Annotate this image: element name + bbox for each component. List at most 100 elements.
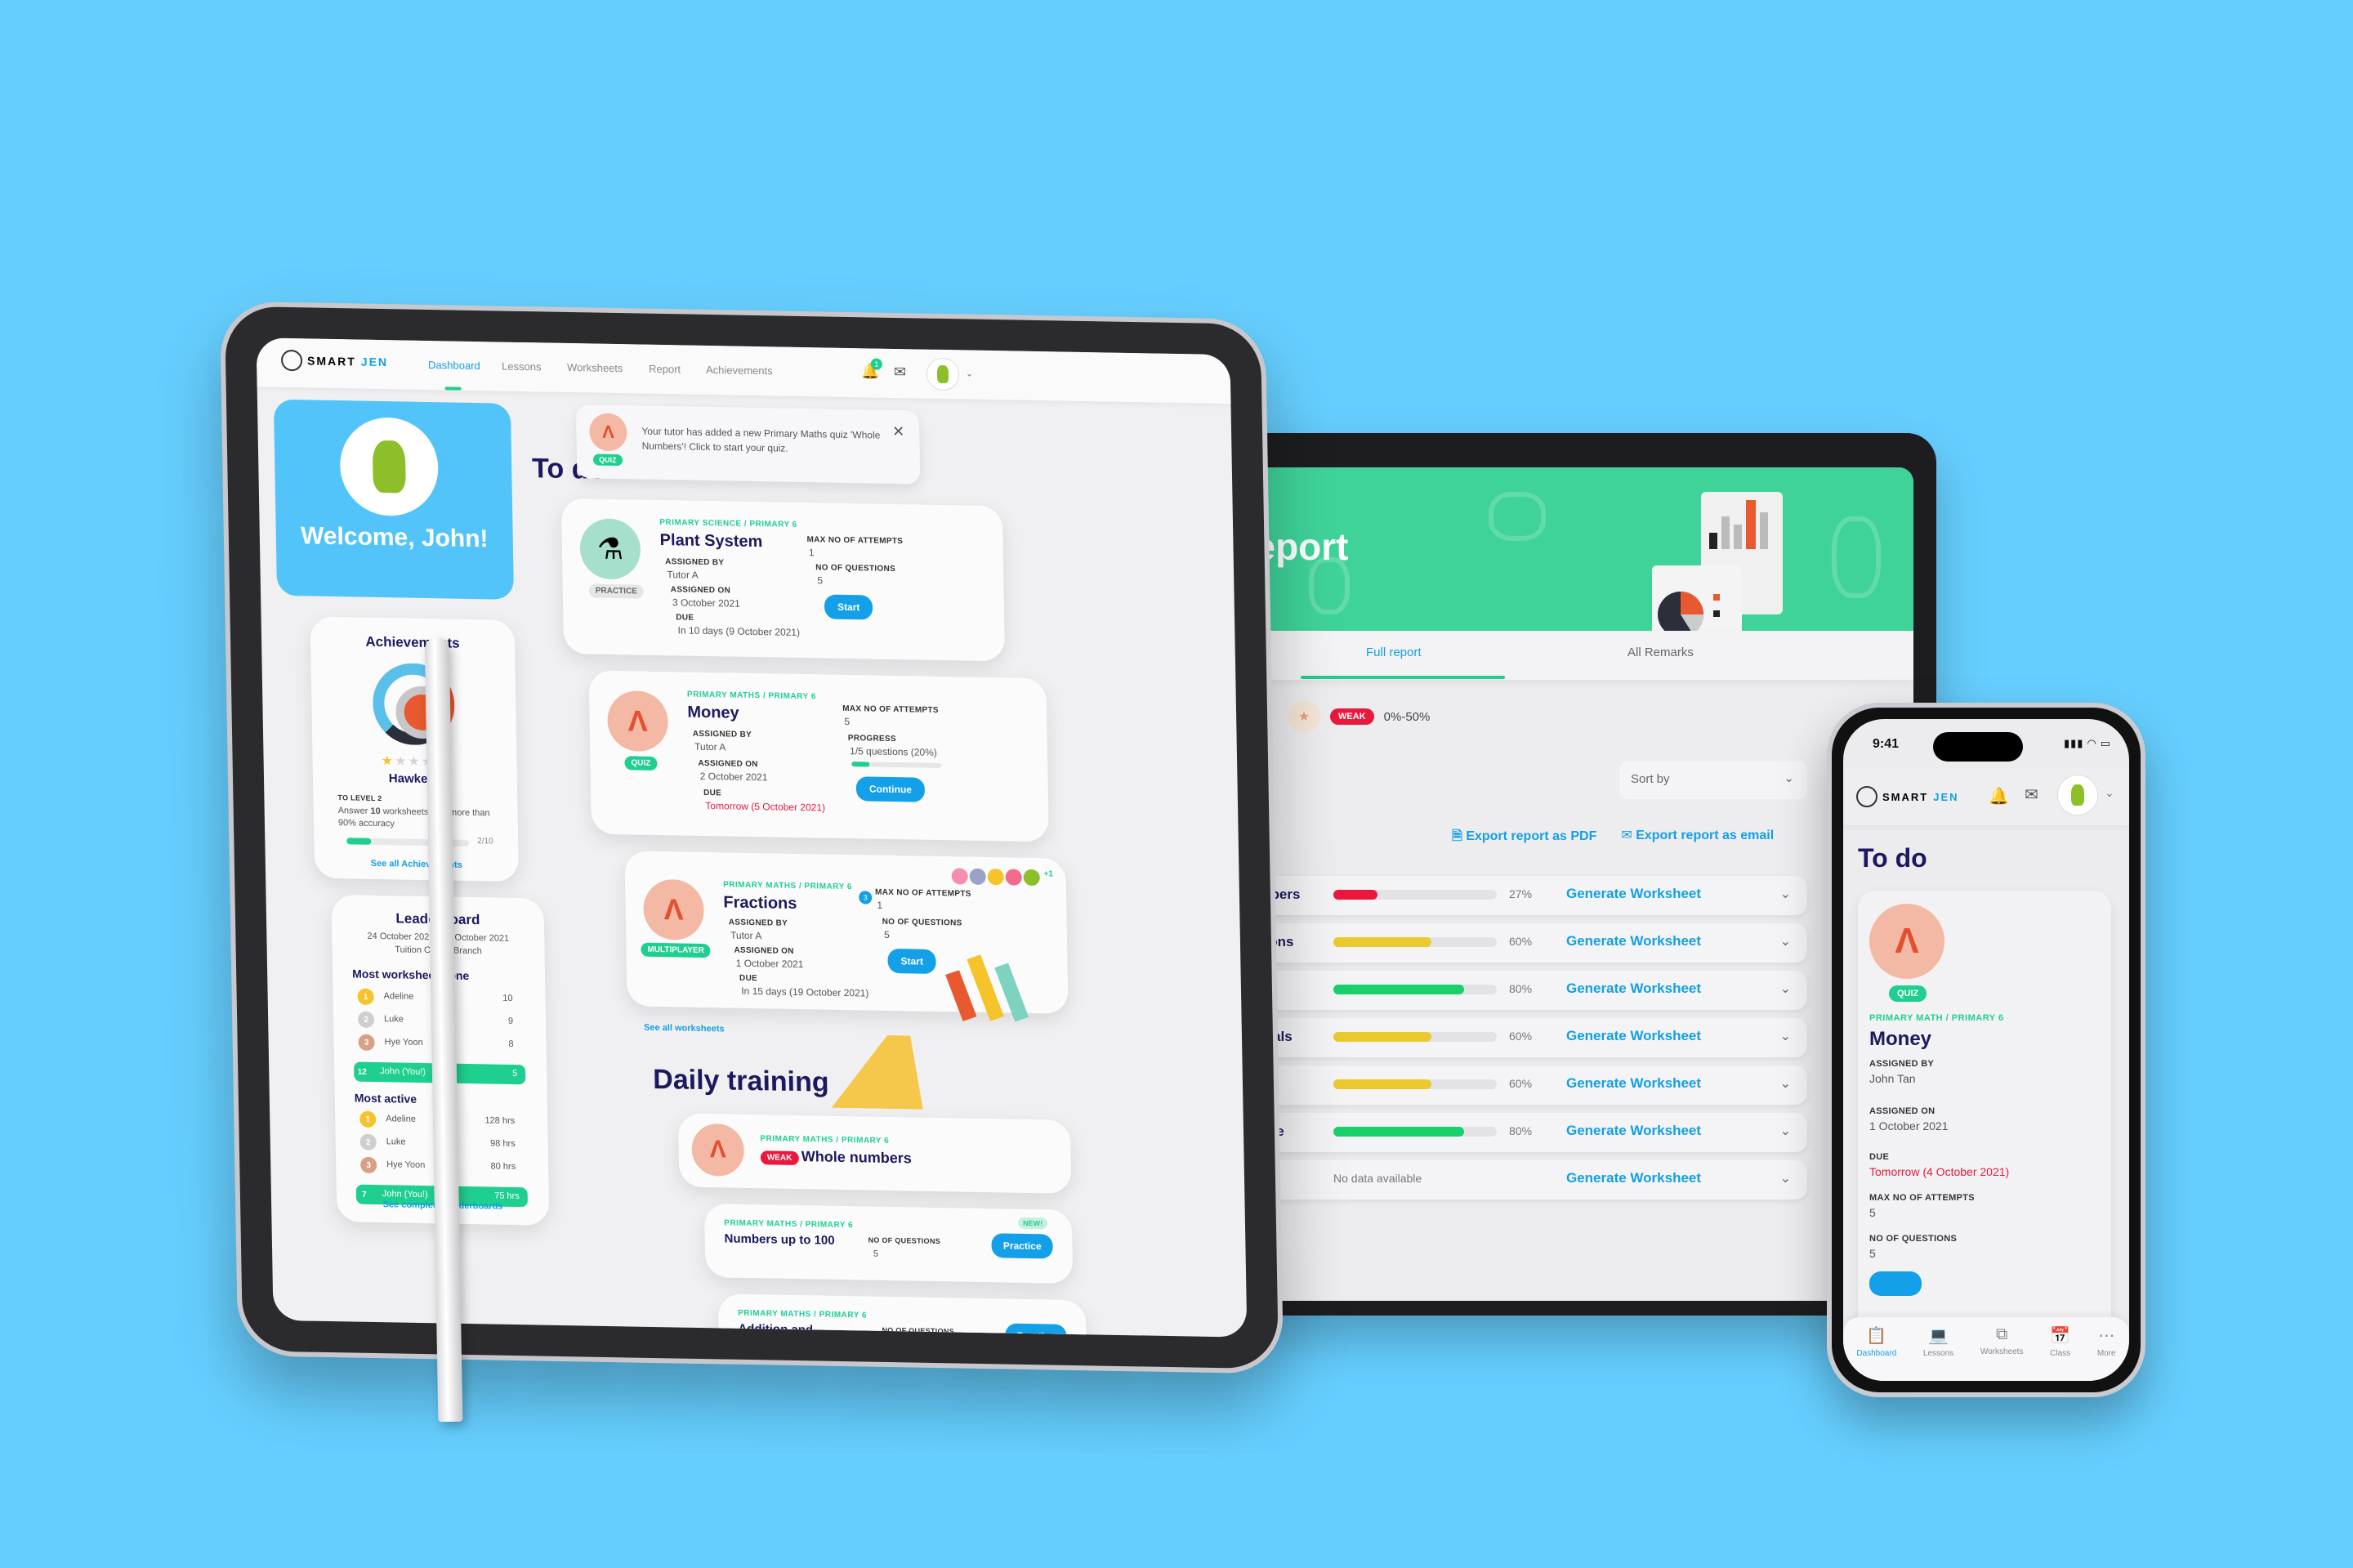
questions-label: NO OF QUESTIONS [882,1325,955,1336]
generate-worksheet-link[interactable]: Generate Worksheet [1566,933,1701,949]
player-avatar-icon [951,868,968,885]
generate-worksheet-link[interactable]: Generate Worksheet [1566,1028,1701,1044]
frog-avatar-icon [936,364,949,384]
profile-avatar[interactable] [2057,775,2098,815]
sort-by-placeholder: Sort by [1631,772,1670,786]
questions-label: NO OF QUESTIONS [1869,1234,1958,1244]
tab-dashboard[interactable]: 📋 Dashboard [1856,1325,1896,1381]
mastery-bar-fill [1333,985,1464,994]
chevron-down-icon[interactable]: ⌄ [1780,886,1791,902]
phone-header: SMART JEN 🔔 ✉ ⌄ [1843,768,2129,825]
export-pdf-link[interactable]: 🗎 Export report as PDF [1452,827,1596,849]
questions-value: 5 [883,928,890,940]
progress-label: PROGRESS [847,734,897,744]
export-email-link[interactable]: ✉ Export report as email [1621,827,1774,849]
due-label: DUE [1869,1152,1890,1162]
export-actions: 🗎 Export report as PDF ✉ Export report a… [1452,827,1774,849]
close-icon[interactable]: ✕ [892,423,904,440]
quiz-badge: QUIZ [624,756,658,771]
start-button[interactable]: Start [824,594,873,620]
compass-icon [589,413,627,452]
practice-button[interactable]: Practice [1005,1323,1067,1338]
nav-worksheets[interactable]: Worksheets [567,361,623,374]
generate-worksheet-link[interactable]: Generate Worksheet [1566,1075,1701,1092]
practice-button[interactable]: Practice [991,1233,1053,1259]
player-avatars: +1 [951,868,1054,887]
assigned-by-label: ASSIGNED BY [665,557,725,568]
nav-lessons[interactable]: Lessons [502,360,542,373]
player-score: 128 hrs [484,1115,516,1126]
sort-by-dropdown[interactable]: Sort by ⌄ [1619,762,1807,799]
attempts-value: 1 [808,547,815,559]
doodle-decoration [1832,516,1881,598]
more-icon: ⋯ [2098,1327,2115,1345]
tab-more[interactable]: ⋯ More [2097,1325,2116,1381]
generate-worksheet-link[interactable]: Generate Worksheet [1566,1170,1701,1186]
generate-worksheet-link[interactable]: Generate Worksheet [1566,981,1701,997]
chevron-down-icon[interactable]: ⌄ [1780,1075,1791,1092]
smart-jen-logo[interactable]: SMART JEN [1856,786,1959,807]
report-chart-illustration-icon [1652,492,1783,631]
achievement-progress-count: 2/10 [477,837,493,847]
player-score: 8 [508,1039,514,1049]
flask-icon: ⚗ [579,518,641,580]
pencils-illustration-icon [945,946,1043,1022]
chevron-down-icon[interactable]: ⌄ [966,368,973,378]
chevron-down-icon[interactable]: ⌄ [1780,1170,1791,1186]
mastery-percent: 60% [1509,1077,1533,1090]
mail-icon[interactable]: ✉ [2025,784,2038,805]
start-button[interactable]: Start [887,948,937,974]
mastery-bar [1333,985,1497,994]
nav-achievements[interactable]: Achievements [706,364,773,377]
achievements-title: Achievements [365,633,460,651]
questions-value: 5 [873,1249,879,1259]
player-name: Adeline [386,1114,417,1124]
start-button[interactable] [1869,1271,1922,1296]
see-all-worksheets-link[interactable]: See all worksheets [644,1023,725,1034]
chevron-down-icon[interactable]: ⌄ [1780,981,1791,997]
questions-value: 5 [1869,1247,1876,1260]
mastery-bar [1333,1079,1497,1089]
tab-worksheets[interactable]: ⧉ Worksheets [1980,1325,2024,1381]
generate-worksheet-link[interactable]: Generate Worksheet [1566,886,1701,902]
smart-jen-logo[interactable]: SMART JEN [280,349,388,373]
multiplayer-badge: MULTIPLAYER [641,942,712,958]
export-email-label: Export report as email [1636,829,1775,842]
clipboard-icon: 📋 [1866,1327,1887,1345]
nav-report[interactable]: Report [649,363,681,376]
new-quiz-notification[interactable]: QUIZ Your tutor has added a new Primary … [575,404,921,485]
mastery-bar-fill [1333,1032,1431,1042]
attempts-value: 5 [1869,1206,1876,1219]
profile-avatar[interactable] [926,357,960,391]
nav-dashboard[interactable]: Dashboard [428,359,480,372]
logo-text-smart: SMART [1882,790,1929,803]
tab-class[interactable]: 📅 Class [2050,1325,2070,1381]
assigned-on-value: 1 October 2021 [735,957,804,971]
assigned-on-label: ASSIGNED ON [670,585,731,596]
continue-button[interactable]: Continue [855,776,926,802]
see-all-achievements-link[interactable]: See all Achievements [315,858,519,871]
chevron-down-icon[interactable]: ⌄ [1780,1028,1791,1044]
attempts-value: 5 [844,715,851,728]
attempts-label: MAX NO OF ATTEMPTS [1869,1193,1975,1203]
mastery-bar-fill [1333,890,1377,900]
assigned-by-label: ASSIGNED BY [692,729,752,739]
active-tab-indicator [1301,676,1505,679]
frog-mascot-icon [372,440,406,494]
tab-full-report[interactable]: Full report [1366,646,1422,659]
mail-icon[interactable]: ✉ [894,364,906,381]
questions-label: NO OF QUESTIONS [868,1235,941,1246]
tab-lessons[interactable]: 💻 Lessons [1923,1325,1953,1381]
star-icon: ★ [381,754,395,769]
chevron-down-icon[interactable]: ⌄ [1780,1123,1791,1139]
daily-training-featured[interactable]: PRIMARY MATHS / PRIMARY 6 WEAK Whole num… [677,1113,1072,1194]
chevron-down-icon[interactable]: ⌄ [1780,933,1791,949]
due-label: DUE [739,973,758,984]
generate-worksheet-link[interactable]: Generate Worksheet [1566,1123,1701,1139]
due-value: Tomorrow (5 October 2021) [705,800,826,814]
tab-all-remarks[interactable]: All Remarks [1627,646,1694,659]
desc-text: Answer [337,806,371,816]
bell-icon[interactable]: 🔔 [1989,786,2009,806]
chevron-down-icon[interactable]: ⌄ [2105,786,2114,800]
assigned-on-label: ASSIGNED ON [734,945,794,956]
